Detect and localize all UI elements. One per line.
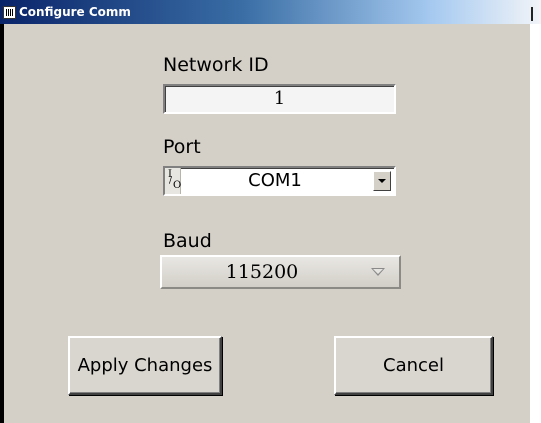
port-label: Port [163,136,201,158]
port-value[interactable]: COM1 [181,168,369,194]
window-border-right [530,24,541,423]
network-id-label: Network ID [163,54,269,76]
configure-comm-window: Configure Comm Network ID 1 Port I / O C… [0,0,541,423]
apply-changes-button[interactable]: Apply Changes [68,336,222,395]
baud-label: Baud [163,230,212,252]
cancel-button[interactable]: Cancel [334,336,493,395]
network-id-field[interactable]: 1 [163,84,396,114]
port-select[interactable]: I / O COM1 [163,166,396,196]
app-icon [3,6,16,19]
io-resource-icon: I / O [165,168,181,194]
baud-value[interactable]: 115200 [162,257,362,287]
close-button-edge[interactable] [531,7,533,21]
window-title: Configure Comm [19,5,131,19]
io-icon-bottom: O [173,180,182,191]
baud-select[interactable]: 115200 [160,255,401,289]
io-icon-slash: / [169,176,173,186]
dropdown-arrow-icon[interactable] [371,268,385,276]
title-bar[interactable]: Configure Comm [0,0,541,24]
chevron-down-icon[interactable] [373,171,391,191]
